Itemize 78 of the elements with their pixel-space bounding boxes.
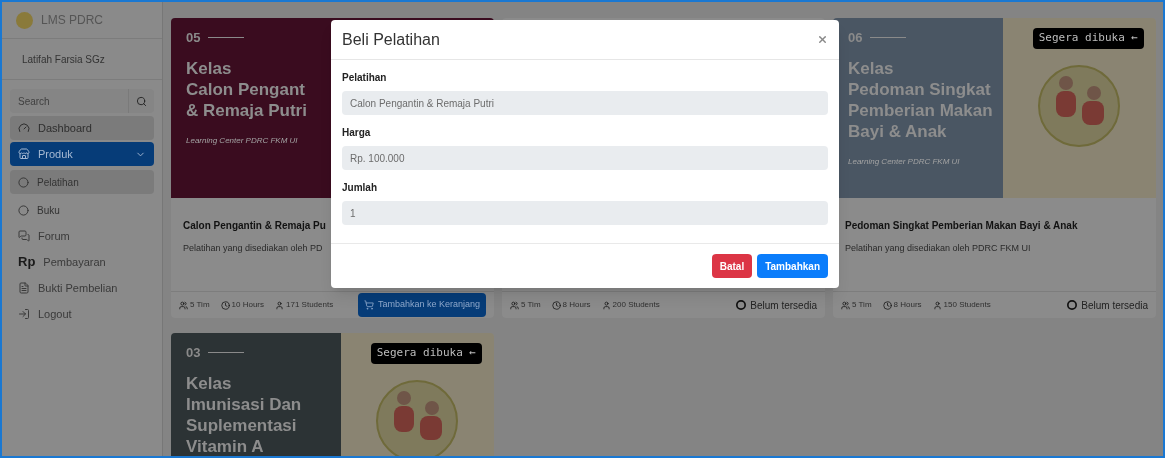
sidebar-item[interactable]: Rp Pembayaran: [10, 250, 154, 274]
stat-text: 200 Students: [612, 299, 660, 311]
close-button[interactable]: [817, 34, 828, 45]
stat-text: 150 Students: [943, 299, 991, 311]
circle-icon: [736, 300, 747, 310]
availability-status: Belum tersedia: [750, 298, 817, 313]
coming-soon-badge: Segera dibuka ←: [1032, 28, 1144, 49]
card-title: Calon Pengantin & Remaja Pu: [183, 219, 326, 233]
cover-heading-line: Vitamin A: [186, 435, 264, 456]
cover-heading-line: Pemberian Makan: [848, 99, 993, 121]
cover-heading-line: Kelas: [186, 57, 232, 79]
cover-heading-line: Kelas: [848, 57, 894, 79]
users-icon: [510, 300, 519, 310]
store-icon: [18, 148, 30, 160]
cover-number: 06: [848, 29, 863, 47]
stat-text: 8 Hours: [562, 299, 591, 311]
cover-heading-line: Calon Pengant: [186, 78, 305, 100]
availability-status: Belum tersedia: [1081, 298, 1148, 313]
cover-subtitle: Learning Center PDRC FKM UI: [848, 155, 960, 168]
stat-text: 5 Tim: [190, 299, 210, 311]
sidebar-item[interactable]: Logout: [10, 302, 154, 326]
stat-text: 171 Students: [286, 299, 334, 311]
user-name: Latifah Farsia SGz: [22, 52, 105, 67]
search-field[interactable]: Search: [10, 89, 128, 113]
cover-subtitle: Learning Center PDRC FKM UI: [186, 134, 298, 147]
field-label: Pelatihan: [342, 71, 387, 85]
circle-icon: [18, 176, 29, 188]
circle-icon: [1067, 300, 1078, 310]
cancel-button[interactable]: Batal: [711, 254, 753, 278]
gauge-icon: [18, 122, 30, 134]
dialog-title: Beli Pelatihan: [342, 29, 440, 50]
document-icon: [18, 282, 30, 294]
cover-heading-line: & Remaja Putri: [186, 99, 307, 121]
users-icon: [841, 300, 850, 310]
rupiah-icon: Rp: [18, 252, 36, 272]
cart-icon: [363, 300, 374, 310]
search-icon: [136, 95, 147, 107]
readonly-field[interactable]: Calon Pengantin & Remaja Putri: [342, 91, 828, 115]
clock-icon: [220, 300, 230, 310]
add-button[interactable]: Tambahkan: [757, 254, 828, 278]
card-description: Pelatihan yang disediakan oleh PD: [183, 242, 323, 255]
field-label: Jumlah: [342, 181, 377, 195]
sidebar-subitem[interactable]: Buku: [10, 198, 154, 222]
user-icon: [275, 300, 285, 310]
cover-heading-line: Suplementasi: [186, 414, 297, 436]
stat-text: 8 Hours: [893, 299, 922, 311]
stat-text: 10 Hours: [231, 299, 265, 311]
add-to-cart-button[interactable]: Tambahkan ke Keranjang: [357, 293, 486, 317]
stat-text: 5 Tim: [521, 299, 541, 311]
sidebar-item[interactable]: Produk: [10, 142, 154, 166]
cover-number: 05: [186, 29, 201, 47]
login-icon: [18, 308, 30, 320]
user-icon: [601, 300, 611, 310]
sidebar-subitem[interactable]: Pelatihan: [10, 170, 154, 194]
cover-heading-line: Imunisasi Dan: [186, 393, 302, 415]
cover-heading-line: Kelas: [186, 372, 232, 394]
users-icon: [179, 300, 188, 310]
sidebar-item[interactable]: Bukti Pembelian: [10, 276, 154, 300]
stat-text: 5 Tim: [852, 299, 872, 311]
user-icon: [932, 300, 942, 310]
card-description: Pelatihan yang disediakan oleh PDRC FKM UI: [845, 242, 1031, 255]
circle-icon: [18, 204, 29, 216]
clock-icon: [882, 300, 892, 310]
readonly-field[interactable]: Rp. 100.000: [342, 146, 828, 170]
readonly-field[interactable]: 1: [342, 201, 828, 225]
card-title: Pedoman Singkat Pemberian Makan Bayi & Anak: [845, 219, 1078, 233]
coming-soon-badge: Segera dibuka ←: [370, 343, 482, 364]
clock-icon: [551, 300, 561, 310]
cover-number: 03: [186, 344, 201, 362]
chat-icon: [18, 230, 30, 242]
close-icon: [817, 34, 828, 45]
field-label: Harga: [342, 126, 371, 140]
cover-heading-line: Bayi & Anak: [848, 120, 947, 142]
cover-heading-line: Pedoman Singkat: [848, 78, 991, 100]
sidebar-item[interactable]: Forum: [10, 224, 154, 248]
logo-icon: [16, 11, 33, 29]
search-button[interactable]: [128, 89, 154, 113]
sidebar-item[interactable]: Dashboard: [10, 116, 154, 140]
